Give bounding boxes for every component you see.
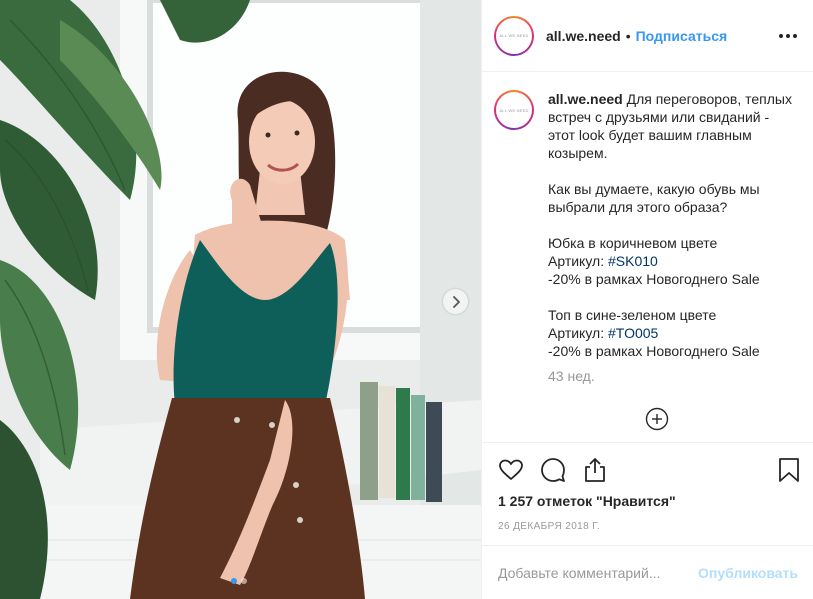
- follow-button[interactable]: Подписаться: [636, 28, 728, 44]
- comment-input[interactable]: [498, 564, 699, 581]
- heart-icon[interactable]: [498, 457, 524, 483]
- item1-discount: -20% в рамках Новогоднего Sale: [548, 271, 760, 287]
- avatar-inner: ALL.WE.NEED: [496, 17, 532, 54]
- share-icon[interactable]: [582, 457, 608, 483]
- plus-circle-icon[interactable]: [645, 407, 669, 431]
- post-photo[interactable]: [0, 0, 481, 599]
- avatar[interactable]: ALL.WE.NEED: [494, 15, 534, 56]
- avatar-inner: ALL.WE.NEED: [496, 92, 532, 128]
- more-options-icon[interactable]: [779, 33, 797, 38]
- item2-title: Топ в сине-зеленом цвете: [548, 307, 717, 323]
- caption-line-2: Как вы думаете, какую обувь мы выбрали д…: [548, 181, 760, 215]
- separator-dot: •: [625, 27, 631, 44]
- comment-icon[interactable]: [540, 457, 566, 483]
- more-dot: [786, 33, 790, 38]
- chevron-right-icon: [452, 295, 460, 308]
- item1-title: Юбка в коричневом цвете: [548, 235, 718, 251]
- username-link[interactable]: all.we.need: [546, 28, 621, 44]
- avatar-logo-text: ALL.WE.NEED: [499, 107, 529, 113]
- likes-count[interactable]: 1 257 отметок "Нравится": [498, 493, 676, 509]
- action-bar: [482, 442, 813, 496]
- item2-article-label: Артикул:: [548, 325, 608, 341]
- item2-discount: -20% в рамках Новогоднего Sale: [548, 343, 760, 359]
- carousel-indicator: [231, 578, 247, 584]
- caption-area: ALL.WE.NEED all.we.need Для переговоров,…: [482, 72, 813, 442]
- item1-article-label: Артикул:: [548, 253, 608, 269]
- comment-bar: Опубликовать: [482, 545, 813, 599]
- hashtag-to005[interactable]: #TO005: [608, 325, 658, 341]
- post-side-panel: ALL.WE.NEED all.we.need • Подписаться AL…: [481, 0, 813, 599]
- caption-username[interactable]: all.we.need: [548, 91, 623, 107]
- bookmark-icon[interactable]: [776, 457, 802, 483]
- caption-avatar[interactable]: ALL.WE.NEED: [494, 90, 534, 130]
- avatar-logo-text: ALL.WE.NEED: [499, 33, 529, 38]
- time-ago[interactable]: 43 нед.: [548, 367, 794, 385]
- more-dot: [779, 33, 783, 38]
- publish-button[interactable]: Опубликовать: [698, 565, 798, 581]
- more-dot: [793, 33, 797, 38]
- carousel-dot: [241, 578, 247, 584]
- caption-text: all.we.need Для переговоров, теплых встр…: [548, 90, 794, 385]
- post-date: 26 ДЕКАБРЯ 2018 Г.: [498, 521, 601, 532]
- hashtag-sk010[interactable]: #SK010: [608, 253, 658, 269]
- post-header: ALL.WE.NEED all.we.need • Подписаться: [482, 0, 813, 72]
- photo-illustration: [0, 0, 481, 599]
- next-photo-button[interactable]: [443, 289, 468, 314]
- carousel-dot-active: [231, 578, 237, 584]
